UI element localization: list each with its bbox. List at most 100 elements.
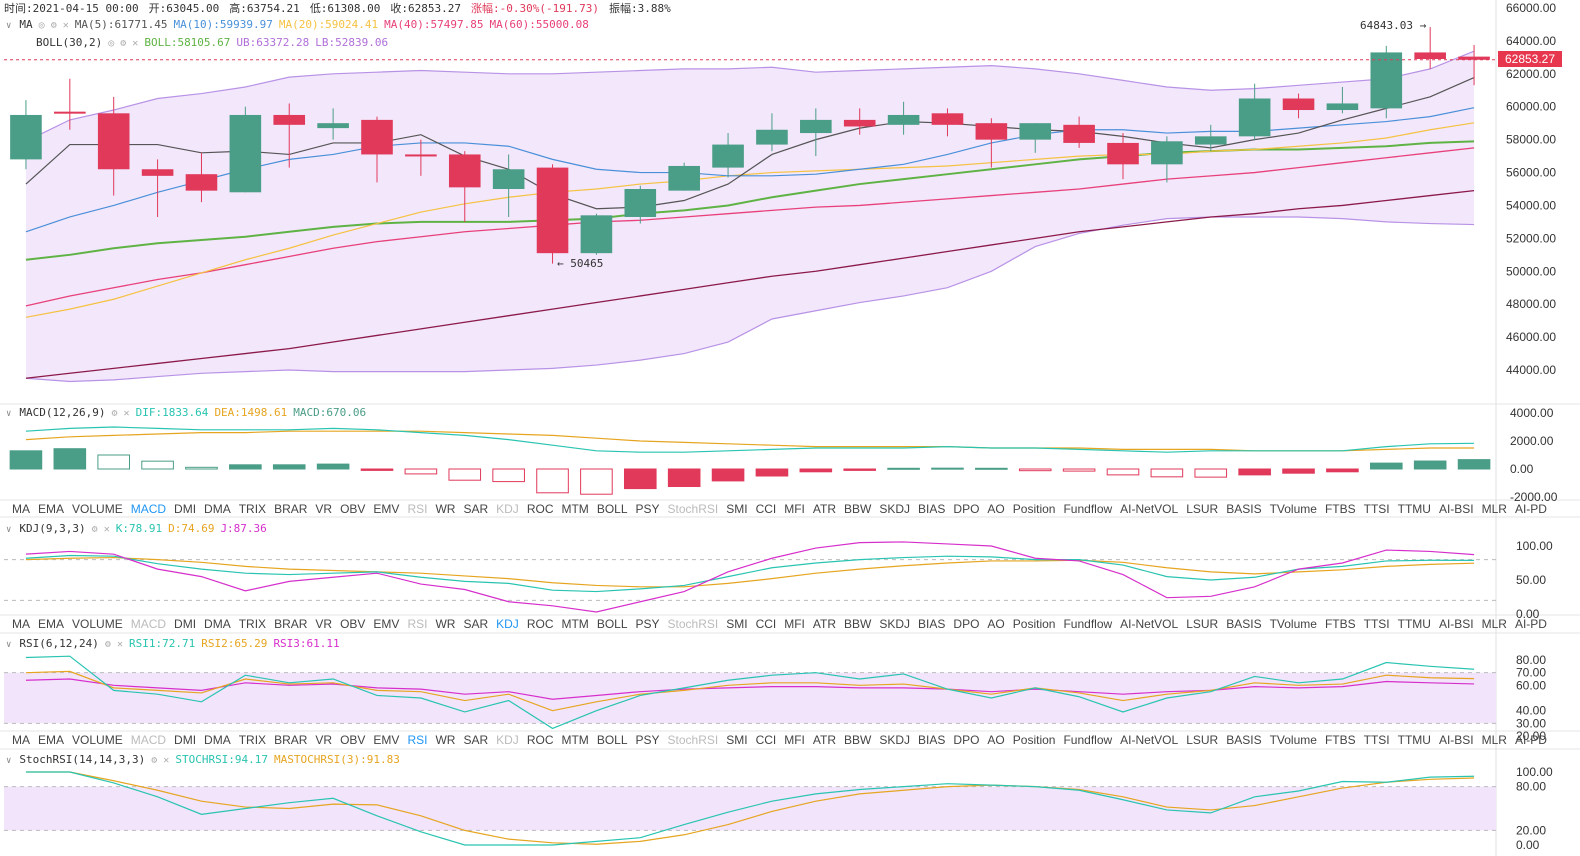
collapse-chevron-icon[interactable]: ∨	[6, 21, 11, 31]
close-icon[interactable]: ✕	[117, 639, 123, 650]
tab-ao[interactable]: AO	[983, 733, 1008, 749]
tab-roc[interactable]: ROC	[523, 617, 558, 633]
tab-volume[interactable]: VOLUME	[68, 502, 127, 518]
tab-mtm[interactable]: MTM	[557, 502, 592, 518]
tab-mfi[interactable]: MFI	[780, 502, 809, 518]
tab-smi[interactable]: SMI	[722, 733, 751, 749]
eye-icon[interactable]: ◎	[39, 20, 45, 31]
tab-cci[interactable]: CCI	[752, 733, 781, 749]
tab-ma[interactable]: MA	[8, 617, 34, 633]
tab-ema[interactable]: EMA	[34, 733, 68, 749]
tab-smi[interactable]: SMI	[722, 502, 751, 518]
tab-psy[interactable]: PSY	[632, 733, 664, 749]
tab-dma[interactable]: DMA	[200, 617, 235, 633]
tab-rsi[interactable]: RSI	[403, 733, 431, 749]
tab-mlr[interactable]: MLR	[1478, 733, 1511, 749]
tab-position[interactable]: Position	[1009, 733, 1060, 749]
tab-ao[interactable]: AO	[983, 502, 1008, 518]
collapse-chevron-icon[interactable]: ∨	[6, 756, 11, 766]
tab-sar[interactable]: SAR	[459, 617, 492, 633]
tab-fundflow[interactable]: Fundflow	[1059, 733, 1116, 749]
tab-dpo[interactable]: DPO	[949, 502, 983, 518]
tab-boll[interactable]: BOLL	[593, 733, 632, 749]
tab-kdj[interactable]: KDJ	[492, 502, 523, 518]
tab-vr[interactable]: VR	[311, 502, 336, 518]
tab-dma[interactable]: DMA	[200, 502, 235, 518]
tab-ftbs[interactable]: FTBS	[1321, 617, 1360, 633]
tab-kdj[interactable]: KDJ	[492, 617, 523, 633]
tab-dmi[interactable]: DMI	[170, 733, 200, 749]
tab-tvolume[interactable]: TVolume	[1266, 733, 1321, 749]
collapse-chevron-icon[interactable]: ∨	[6, 640, 11, 650]
tab-bbw[interactable]: BBW	[840, 617, 875, 633]
tab-rsi[interactable]: RSI	[403, 502, 431, 518]
tab-mfi[interactable]: MFI	[780, 617, 809, 633]
tab-ma[interactable]: MA	[8, 502, 34, 518]
tab-boll[interactable]: BOLL	[593, 502, 632, 518]
tab-dpo[interactable]: DPO	[949, 733, 983, 749]
tab-ema[interactable]: EMA	[34, 502, 68, 518]
tab-mfi[interactable]: MFI	[780, 733, 809, 749]
tab-tvolume[interactable]: TVolume	[1266, 617, 1321, 633]
tab-stochrsi[interactable]: StochRSI	[664, 502, 723, 518]
tab-kdj[interactable]: KDJ	[492, 733, 523, 749]
tab-vr[interactable]: VR	[311, 617, 336, 633]
tab-obv[interactable]: OBV	[336, 617, 369, 633]
tab-bbw[interactable]: BBW	[840, 502, 875, 518]
tab-ai-pd[interactable]: AI-PD	[1511, 502, 1551, 518]
tab-basis[interactable]: BASIS	[1222, 733, 1265, 749]
tab-stochrsi[interactable]: StochRSI	[664, 617, 723, 633]
settings-icon[interactable]: ⚙	[51, 20, 57, 31]
settings-icon[interactable]: ⚙	[92, 524, 98, 535]
close-icon[interactable]: ✕	[63, 20, 69, 31]
tab-ma[interactable]: MA	[8, 733, 34, 749]
settings-icon[interactable]: ⚙	[120, 38, 126, 49]
tab-psy[interactable]: PSY	[632, 502, 664, 518]
tab-ttmu[interactable]: TTMU	[1394, 617, 1435, 633]
tab-cci[interactable]: CCI	[752, 617, 781, 633]
tab-volume[interactable]: VOLUME	[68, 617, 127, 633]
tab-mtm[interactable]: MTM	[557, 617, 592, 633]
tab-mlr[interactable]: MLR	[1478, 617, 1511, 633]
tab-basis[interactable]: BASIS	[1222, 502, 1265, 518]
tab-ftbs[interactable]: FTBS	[1321, 502, 1360, 518]
tab-position[interactable]: Position	[1009, 502, 1060, 518]
tab-bias[interactable]: BIAS	[914, 733, 949, 749]
tab-ai-bsi[interactable]: AI-BSI	[1435, 733, 1478, 749]
tab-ema[interactable]: EMA	[34, 617, 68, 633]
tab-obv[interactable]: OBV	[336, 502, 369, 518]
close-icon[interactable]: ✕	[104, 524, 110, 535]
tab-brar[interactable]: BRAR	[270, 733, 311, 749]
collapse-chevron-icon[interactable]: ∨	[6, 525, 11, 535]
tab-trix[interactable]: TRIX	[235, 733, 270, 749]
tab-bias[interactable]: BIAS	[914, 502, 949, 518]
tab-rsi[interactable]: RSI	[403, 617, 431, 633]
tab-wr[interactable]: WR	[431, 617, 459, 633]
tab-ai-netvol[interactable]: AI-NetVOL	[1116, 733, 1182, 749]
tab-cci[interactable]: CCI	[752, 502, 781, 518]
settings-icon[interactable]: ⚙	[151, 755, 157, 766]
tab-emv[interactable]: EMV	[369, 502, 403, 518]
tab-ai-pd[interactable]: AI-PD	[1511, 617, 1551, 633]
tab-ttsi[interactable]: TTSI	[1360, 733, 1394, 749]
tab-skdj[interactable]: SKDJ	[875, 502, 914, 518]
tab-bbw[interactable]: BBW	[840, 733, 875, 749]
tab-ttmu[interactable]: TTMU	[1394, 733, 1435, 749]
tab-vr[interactable]: VR	[311, 733, 336, 749]
tab-macd[interactable]: MACD	[127, 502, 170, 518]
tab-roc[interactable]: ROC	[523, 733, 558, 749]
tab-ai-netvol[interactable]: AI-NetVOL	[1116, 502, 1182, 518]
tab-dmi[interactable]: DMI	[170, 617, 200, 633]
tab-lsur[interactable]: LSUR	[1182, 733, 1222, 749]
tab-wr[interactable]: WR	[431, 733, 459, 749]
tab-skdj[interactable]: SKDJ	[875, 733, 914, 749]
tab-brar[interactable]: BRAR	[270, 617, 311, 633]
tab-skdj[interactable]: SKDJ	[875, 617, 914, 633]
tab-lsur[interactable]: LSUR	[1182, 502, 1222, 518]
tab-emv[interactable]: EMV	[369, 617, 403, 633]
trading-chart[interactable]: 66000.00 64000.00 62000.00 60000.00 58000.00…	[0, 0, 1580, 856]
tab-position[interactable]: Position	[1009, 617, 1060, 633]
settings-icon[interactable]: ⚙	[105, 639, 111, 650]
settings-icon[interactable]: ⚙	[112, 408, 118, 419]
tab-dmi[interactable]: DMI	[170, 502, 200, 518]
